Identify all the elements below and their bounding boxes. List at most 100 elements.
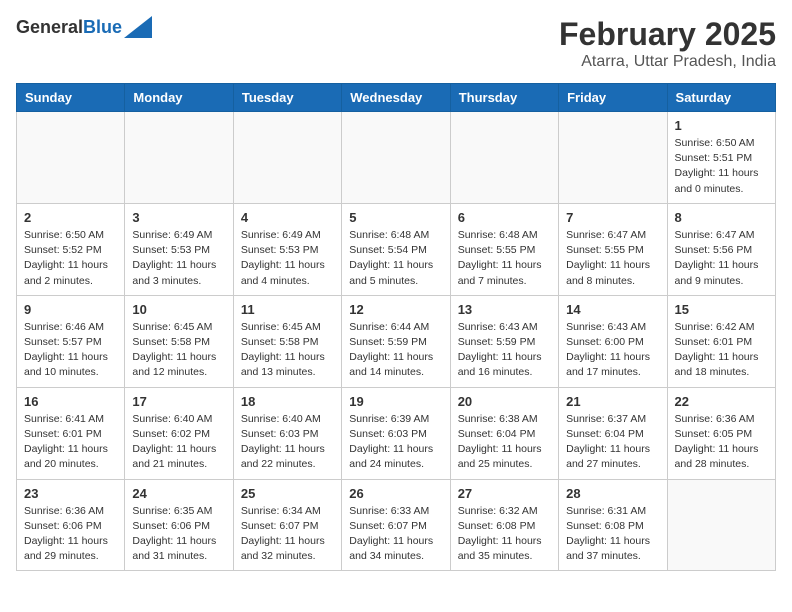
calendar-cell: 8 Sunrise: 6:47 AM Sunset: 5:56 PM Daylig… bbox=[667, 203, 775, 295]
calendar-cell: 9 Sunrise: 6:46 AM Sunset: 5:57 PM Daylig… bbox=[17, 295, 125, 387]
weekday-header-friday: Friday bbox=[559, 84, 667, 112]
header: GeneralBlue February 2025 Atarra, Uttar … bbox=[16, 16, 776, 71]
weekday-header-wednesday: Wednesday bbox=[342, 84, 450, 112]
day-number: 9 bbox=[24, 302, 117, 317]
day-info: Sunrise: 6:43 AM Sunset: 5:59 PM Dayligh… bbox=[458, 320, 551, 381]
calendar-cell: 19 Sunrise: 6:39 AM Sunset: 6:03 PM Dayli… bbox=[342, 387, 450, 479]
calendar-cell: 4 Sunrise: 6:49 AM Sunset: 5:53 PM Daylig… bbox=[233, 203, 341, 295]
day-info: Sunrise: 6:46 AM Sunset: 5:57 PM Dayligh… bbox=[24, 320, 117, 381]
weekday-header-tuesday: Tuesday bbox=[233, 84, 341, 112]
weekday-header-row: SundayMondayTuesdayWednesdayThursdayFrid… bbox=[17, 84, 776, 112]
calendar-cell: 3 Sunrise: 6:49 AM Sunset: 5:53 PM Daylig… bbox=[125, 203, 233, 295]
calendar-cell bbox=[559, 112, 667, 204]
week-row-5: 23 Sunrise: 6:36 AM Sunset: 6:06 PM Dayli… bbox=[17, 479, 776, 571]
day-info: Sunrise: 6:36 AM Sunset: 6:05 PM Dayligh… bbox=[675, 412, 768, 473]
calendar-cell: 23 Sunrise: 6:36 AM Sunset: 6:06 PM Dayli… bbox=[17, 479, 125, 571]
calendar-cell bbox=[342, 112, 450, 204]
weekday-header-saturday: Saturday bbox=[667, 84, 775, 112]
day-number: 17 bbox=[132, 394, 225, 409]
day-number: 14 bbox=[566, 302, 659, 317]
logo: GeneralBlue bbox=[16, 16, 152, 38]
weekday-header-thursday: Thursday bbox=[450, 84, 558, 112]
day-info: Sunrise: 6:39 AM Sunset: 6:03 PM Dayligh… bbox=[349, 412, 442, 473]
day-info: Sunrise: 6:40 AM Sunset: 6:03 PM Dayligh… bbox=[241, 412, 334, 473]
week-row-2: 2 Sunrise: 6:50 AM Sunset: 5:52 PM Daylig… bbox=[17, 203, 776, 295]
day-number: 10 bbox=[132, 302, 225, 317]
day-info: Sunrise: 6:38 AM Sunset: 6:04 PM Dayligh… bbox=[458, 412, 551, 473]
day-number: 22 bbox=[675, 394, 768, 409]
calendar: SundayMondayTuesdayWednesdayThursdayFrid… bbox=[16, 83, 776, 571]
day-number: 6 bbox=[458, 210, 551, 225]
day-info: Sunrise: 6:47 AM Sunset: 5:56 PM Dayligh… bbox=[675, 228, 768, 289]
day-info: Sunrise: 6:33 AM Sunset: 6:07 PM Dayligh… bbox=[349, 504, 442, 565]
subtitle: Atarra, Uttar Pradesh, India bbox=[559, 53, 776, 71]
calendar-cell: 10 Sunrise: 6:45 AM Sunset: 5:58 PM Dayli… bbox=[125, 295, 233, 387]
day-info: Sunrise: 6:36 AM Sunset: 6:06 PM Dayligh… bbox=[24, 504, 117, 565]
title-area: February 2025 Atarra, Uttar Pradesh, Ind… bbox=[559, 16, 776, 71]
day-number: 11 bbox=[241, 302, 334, 317]
day-info: Sunrise: 6:45 AM Sunset: 5:58 PM Dayligh… bbox=[132, 320, 225, 381]
day-info: Sunrise: 6:40 AM Sunset: 6:02 PM Dayligh… bbox=[132, 412, 225, 473]
day-number: 23 bbox=[24, 486, 117, 501]
day-number: 2 bbox=[24, 210, 117, 225]
calendar-cell: 16 Sunrise: 6:41 AM Sunset: 6:01 PM Dayli… bbox=[17, 387, 125, 479]
day-number: 16 bbox=[24, 394, 117, 409]
day-number: 3 bbox=[132, 210, 225, 225]
day-info: Sunrise: 6:35 AM Sunset: 6:06 PM Dayligh… bbox=[132, 504, 225, 565]
day-info: Sunrise: 6:43 AM Sunset: 6:00 PM Dayligh… bbox=[566, 320, 659, 381]
day-info: Sunrise: 6:34 AM Sunset: 6:07 PM Dayligh… bbox=[241, 504, 334, 565]
calendar-cell: 27 Sunrise: 6:32 AM Sunset: 6:08 PM Dayli… bbox=[450, 479, 558, 571]
calendar-cell: 24 Sunrise: 6:35 AM Sunset: 6:06 PM Dayli… bbox=[125, 479, 233, 571]
day-number: 18 bbox=[241, 394, 334, 409]
day-info: Sunrise: 6:47 AM Sunset: 5:55 PM Dayligh… bbox=[566, 228, 659, 289]
day-number: 24 bbox=[132, 486, 225, 501]
week-row-1: 1 Sunrise: 6:50 AM Sunset: 5:51 PM Daylig… bbox=[17, 112, 776, 204]
day-number: 4 bbox=[241, 210, 334, 225]
day-number: 1 bbox=[675, 118, 768, 133]
calendar-cell: 18 Sunrise: 6:40 AM Sunset: 6:03 PM Dayli… bbox=[233, 387, 341, 479]
day-number: 8 bbox=[675, 210, 768, 225]
calendar-cell: 7Sunrise: 6:47 AM Sunset: 5:55 PM Daylig… bbox=[559, 203, 667, 295]
day-info: Sunrise: 6:48 AM Sunset: 5:54 PM Dayligh… bbox=[349, 228, 442, 289]
calendar-cell bbox=[233, 112, 341, 204]
weekday-header-monday: Monday bbox=[125, 84, 233, 112]
logo-icon bbox=[124, 16, 152, 38]
day-info: Sunrise: 6:49 AM Sunset: 5:53 PM Dayligh… bbox=[132, 228, 225, 289]
day-info: Sunrise: 6:49 AM Sunset: 5:53 PM Dayligh… bbox=[241, 228, 334, 289]
calendar-cell: 14 Sunrise: 6:43 AM Sunset: 6:00 PM Dayli… bbox=[559, 295, 667, 387]
day-info: Sunrise: 6:44 AM Sunset: 5:59 PM Dayligh… bbox=[349, 320, 442, 381]
day-number: 20 bbox=[458, 394, 551, 409]
day-info: Sunrise: 6:41 AM Sunset: 6:01 PM Dayligh… bbox=[24, 412, 117, 473]
calendar-cell: 26 Sunrise: 6:33 AM Sunset: 6:07 PM Dayli… bbox=[342, 479, 450, 571]
calendar-cell: 25 Sunrise: 6:34 AM Sunset: 6:07 PM Dayli… bbox=[233, 479, 341, 571]
calendar-cell: 28Sunrise: 6:31 AM Sunset: 6:08 PM Dayli… bbox=[559, 479, 667, 571]
main-title: February 2025 bbox=[559, 16, 776, 53]
day-number: 13 bbox=[458, 302, 551, 317]
week-row-3: 9 Sunrise: 6:46 AM Sunset: 5:57 PM Daylig… bbox=[17, 295, 776, 387]
week-row-4: 16 Sunrise: 6:41 AM Sunset: 6:01 PM Dayli… bbox=[17, 387, 776, 479]
calendar-cell bbox=[125, 112, 233, 204]
day-number: 26 bbox=[349, 486, 442, 501]
logo-blue-text: Blue bbox=[83, 17, 122, 37]
logo-general-text: General bbox=[16, 17, 83, 37]
calendar-cell: 1 Sunrise: 6:50 AM Sunset: 5:51 PM Daylig… bbox=[667, 112, 775, 204]
weekday-header-sunday: Sunday bbox=[17, 84, 125, 112]
day-number: 5 bbox=[349, 210, 442, 225]
calendar-cell: 22 Sunrise: 6:36 AM Sunset: 6:05 PM Dayli… bbox=[667, 387, 775, 479]
day-number: 28 bbox=[566, 486, 659, 501]
calendar-cell: 13 Sunrise: 6:43 AM Sunset: 5:59 PM Dayli… bbox=[450, 295, 558, 387]
calendar-cell: 17 Sunrise: 6:40 AM Sunset: 6:02 PM Dayli… bbox=[125, 387, 233, 479]
day-number: 19 bbox=[349, 394, 442, 409]
calendar-cell: 15Sunrise: 6:42 AM Sunset: 6:01 PM Dayli… bbox=[667, 295, 775, 387]
day-info: Sunrise: 6:42 AM Sunset: 6:01 PM Dayligh… bbox=[675, 320, 768, 381]
calendar-cell: 21Sunrise: 6:37 AM Sunset: 6:04 PM Dayli… bbox=[559, 387, 667, 479]
day-number: 25 bbox=[241, 486, 334, 501]
calendar-cell: 5 Sunrise: 6:48 AM Sunset: 5:54 PM Daylig… bbox=[342, 203, 450, 295]
day-info: Sunrise: 6:45 AM Sunset: 5:58 PM Dayligh… bbox=[241, 320, 334, 381]
day-number: 12 bbox=[349, 302, 442, 317]
day-info: Sunrise: 6:50 AM Sunset: 5:52 PM Dayligh… bbox=[24, 228, 117, 289]
day-number: 27 bbox=[458, 486, 551, 501]
calendar-cell: 12 Sunrise: 6:44 AM Sunset: 5:59 PM Dayli… bbox=[342, 295, 450, 387]
day-info: Sunrise: 6:32 AM Sunset: 6:08 PM Dayligh… bbox=[458, 504, 551, 565]
day-info: Sunrise: 6:50 AM Sunset: 5:51 PM Dayligh… bbox=[675, 136, 768, 197]
